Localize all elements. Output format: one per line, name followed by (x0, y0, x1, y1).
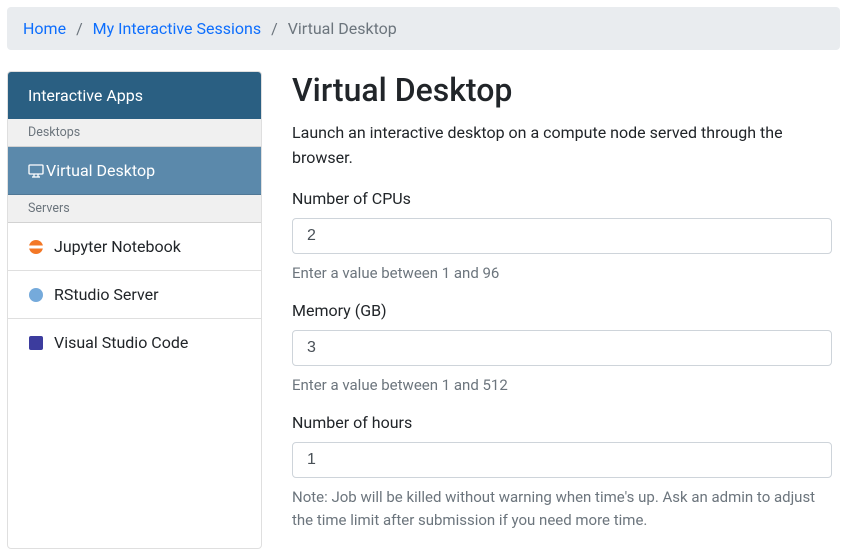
page-lead: Launch an interactive desktop on a compu… (292, 121, 832, 171)
sidebar-item-label: Jupyter Notebook (54, 237, 181, 256)
sidebar-group-desktops: Desktops (8, 119, 261, 147)
hours-input[interactable] (292, 442, 832, 478)
sidebar-item-virtual-desktop[interactable]: Virtual Desktop (8, 147, 261, 195)
cpus-input[interactable] (292, 218, 832, 254)
sidebar-item-label: RStudio Server (54, 285, 159, 304)
hours-label: Number of hours (292, 413, 832, 432)
sidebar-item-label: Virtual Desktop (46, 161, 155, 180)
main-container: Interactive Apps Desktops Virtual Deskto… (0, 64, 847, 556)
memory-input[interactable] (292, 330, 832, 366)
sidebar-item-vscode[interactable]: Visual Studio Code (8, 319, 261, 366)
jupyter-icon (28, 239, 44, 255)
memory-label: Memory (GB) (292, 301, 832, 320)
desktop-icon (28, 163, 44, 179)
memory-help: Enter a value between 1 and 512 (292, 374, 832, 397)
sidebar-item-jupyter[interactable]: Jupyter Notebook (8, 223, 261, 271)
breadcrumb: Home / My Interactive Sessions / Virtual… (7, 7, 840, 50)
sidebar-header: Interactive Apps (8, 72, 261, 119)
breadcrumb-home[interactable]: Home (23, 19, 66, 38)
sidebar-group-servers: Servers (8, 195, 261, 223)
sidebar: Interactive Apps Desktops Virtual Deskto… (7, 71, 262, 549)
vscode-icon (28, 335, 44, 351)
main-panel: Virtual Desktop Launch an interactive de… (292, 71, 840, 549)
form-group-cpus: Number of CPUs Enter a value between 1 a… (292, 189, 832, 285)
cpus-label: Number of CPUs (292, 189, 832, 208)
hours-help: Note: Job will be killed without warning… (292, 486, 832, 533)
cpus-help: Enter a value between 1 and 96 (292, 262, 832, 285)
page-title: Virtual Desktop (292, 71, 832, 109)
form-group-hours: Number of hours Note: Job will be killed… (292, 413, 832, 533)
breadcrumb-sessions[interactable]: My Interactive Sessions (93, 19, 261, 38)
breadcrumb-current: Virtual Desktop (288, 19, 397, 38)
form-group-memory: Memory (GB) Enter a value between 1 and … (292, 301, 832, 397)
breadcrumb-separator: / (271, 19, 278, 38)
rstudio-icon (28, 287, 44, 303)
sidebar-item-rstudio[interactable]: RStudio Server (8, 271, 261, 319)
breadcrumb-separator: / (76, 19, 83, 38)
sidebar-item-label: Visual Studio Code (54, 333, 188, 352)
